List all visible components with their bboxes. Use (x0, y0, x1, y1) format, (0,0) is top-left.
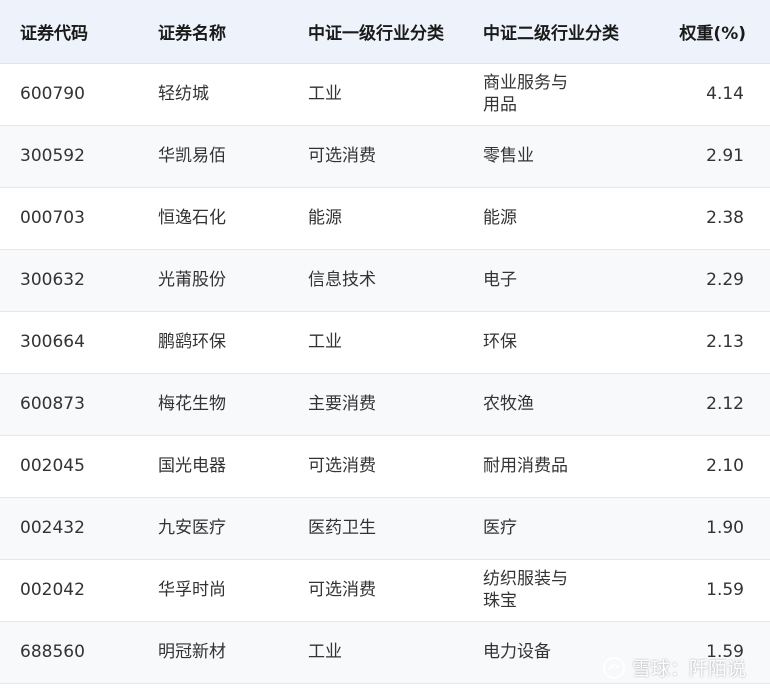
cell-code: 300632 (0, 249, 138, 312)
cell-code: 688560 (0, 621, 138, 684)
cell-industry-l2: 零售业 (463, 125, 653, 188)
header-row: 证券代码 证券名称 中证一级行业分类 中证二级行业分类 权重(%) (0, 0, 770, 64)
holdings-table: 证券代码 证券名称 中证一级行业分类 中证二级行业分类 权重(%) 600790… (0, 0, 770, 684)
cell-industry-l1: 工业 (288, 311, 463, 374)
table-row: 600873 梅花生物 主要消费 农牧渔 2.12 (0, 373, 770, 436)
cell-name: 鹏鹞环保 (138, 311, 288, 374)
cell-code: 002045 (0, 435, 138, 498)
cell-industry-l1: 医药卫生 (288, 497, 463, 560)
cell-industry-l2: 耐用消费品 (463, 435, 653, 498)
header-industry-l2: 中证二级行业分类 (463, 0, 653, 64)
table-row: 002042 华孚时尚 可选消费 纺织服装与珠宝 1.59 (0, 559, 770, 622)
cell-industry-l2: 农牧渔 (463, 373, 653, 436)
cell-code: 300592 (0, 125, 138, 188)
cell-industry-l1: 可选消费 (288, 435, 463, 498)
cell-code: 002432 (0, 497, 138, 560)
table-row: 300592 华凯易佰 可选消费 零售业 2.91 (0, 125, 770, 188)
table-row: 300664 鹏鹞环保 工业 环保 2.13 (0, 311, 770, 374)
cell-code: 600790 (0, 63, 138, 126)
cell-name: 国光电器 (138, 435, 288, 498)
table-body: 600790 轻纺城 工业 商业服务与用品 4.14 300592 华凯易佰 可… (0, 63, 770, 684)
cell-code: 002042 (0, 559, 138, 622)
cell-name: 梅花生物 (138, 373, 288, 436)
table-row: 600790 轻纺城 工业 商业服务与用品 4.14 (0, 63, 770, 126)
table-row: 002432 九安医疗 医药卫生 医疗 1.90 (0, 497, 770, 560)
cell-industry-l1: 能源 (288, 187, 463, 250)
cell-industry-l2: 商业服务与用品 (463, 63, 653, 126)
cell-name: 华凯易佰 (138, 125, 288, 188)
cell-industry-l1: 工业 (288, 621, 463, 684)
cell-industry-l1: 信息技术 (288, 249, 463, 312)
header-code: 证券代码 (0, 0, 138, 64)
cell-industry-l1: 主要消费 (288, 373, 463, 436)
cell-industry-l2: 电子 (463, 249, 653, 312)
cell-weight: 1.90 (653, 497, 770, 560)
cell-name: 恒逸石化 (138, 187, 288, 250)
table-row: 300632 光莆股份 信息技术 电子 2.29 (0, 249, 770, 312)
watermark: 雪球：阡陌说 (602, 654, 746, 681)
cell-weight: 2.12 (653, 373, 770, 436)
cell-weight: 1.59 (653, 559, 770, 622)
cell-weight: 2.38 (653, 187, 770, 250)
table-header: 证券代码 证券名称 中证一级行业分类 中证二级行业分类 权重(%) (0, 0, 770, 64)
cell-weight: 4.14 (653, 63, 770, 126)
cell-weight: 2.29 (653, 249, 770, 312)
cell-weight: 2.10 (653, 435, 770, 498)
watermark-text: 雪球：阡陌说 (631, 658, 746, 680)
header-name: 证券名称 (138, 0, 288, 64)
cell-industry-l1: 可选消费 (288, 559, 463, 622)
cell-code: 000703 (0, 187, 138, 250)
header-industry-l1: 中证一级行业分类 (288, 0, 463, 64)
cell-industry-l2: 医疗 (463, 497, 653, 560)
header-weight: 权重(%) (653, 0, 770, 64)
snowball-logo-icon (602, 656, 626, 680)
cell-name: 光莆股份 (138, 249, 288, 312)
cell-code: 300664 (0, 311, 138, 374)
cell-name: 明冠新材 (138, 621, 288, 684)
table-row: 000703 恒逸石化 能源 能源 2.38 (0, 187, 770, 250)
cell-weight: 2.91 (653, 125, 770, 188)
cell-industry-l2: 环保 (463, 311, 653, 374)
cell-weight: 2.13 (653, 311, 770, 374)
table-row: 002045 国光电器 可选消费 耐用消费品 2.10 (0, 435, 770, 498)
cell-name: 轻纺城 (138, 63, 288, 126)
cell-industry-l1: 可选消费 (288, 125, 463, 188)
cell-industry-l2: 能源 (463, 187, 653, 250)
cell-industry-l1: 工业 (288, 63, 463, 126)
cell-name: 九安医疗 (138, 497, 288, 560)
cell-code: 600873 (0, 373, 138, 436)
cell-name: 华孚时尚 (138, 559, 288, 622)
cell-industry-l2: 纺织服装与珠宝 (463, 559, 653, 622)
